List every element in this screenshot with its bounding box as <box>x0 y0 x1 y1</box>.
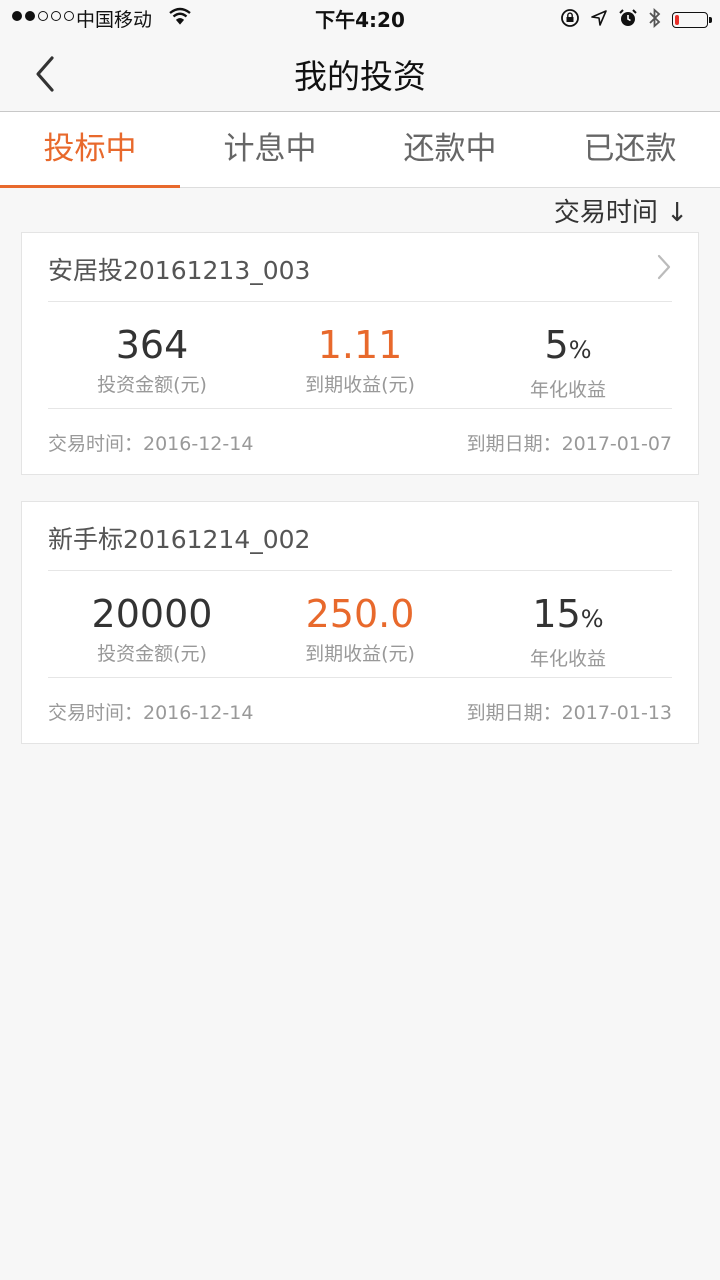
chevron-right-icon <box>656 253 672 285</box>
page-title: 我的投资 <box>294 57 426 96</box>
product-name: 安居投20161213_003 <box>48 256 311 285</box>
battery-icon <box>672 12 712 28</box>
annual-rate-value: 5 <box>544 323 569 367</box>
investment-amount: 364 <box>115 323 189 367</box>
annual-rate: 15% <box>464 591 672 642</box>
card-header: 新手标20161214_002 <box>48 502 672 571</box>
income-stat: 250.0 到期收益(元) <box>256 571 464 677</box>
due-date: 到期日期：2017-01-07 <box>466 433 672 455</box>
sort-by-trade-time-button[interactable]: 交易时间 ↓ <box>554 192 688 229</box>
rate-stat: 15% 年化收益 <box>464 571 672 677</box>
annual-rate-unit: % <box>568 336 592 364</box>
card-stats: 20000 投资金额(元) 250.0 到期收益(元) 15% 年化收益 <box>48 571 672 678</box>
trade-date: 交易时间：2016-12-14 <box>48 702 254 724</box>
investment-card[interactable]: 新手标20161214_002 20000 投资金额(元) 250.0 到期收益… <box>21 501 699 744</box>
trade-date: 交易时间：2016-12-14 <box>48 433 254 455</box>
card-stats: 364 投资金额(元) 1.11 到期收益(元) 5% 年化收益 <box>48 302 672 409</box>
expected-income-label: 到期收益(元) <box>305 374 415 396</box>
sort-label: 交易时间 <box>553 198 658 228</box>
tab-accruing[interactable]: 计息中 <box>180 112 360 187</box>
bluetooth-icon <box>648 7 662 33</box>
tab-repaid[interactable]: 已还款 <box>540 112 720 187</box>
amount-stat: 20000 投资金额(元) <box>48 571 256 677</box>
rate-stat: 5% 年化收益 <box>464 302 672 408</box>
annual-rate: 5% <box>464 322 672 373</box>
rotation-lock-icon <box>560 8 580 32</box>
location-arrow-icon <box>590 9 608 31</box>
investment-amount: 20000 <box>91 592 213 636</box>
amount-stat: 364 投资金额(元) <box>48 302 256 408</box>
tab-bidding[interactable]: 投标中 <box>0 112 180 188</box>
status-tabs: 投标中 计息中 还款中 已还款 <box>0 112 720 188</box>
investment-amount-label: 投资金额(元) <box>97 374 207 396</box>
annual-rate-label: 年化收益 <box>529 648 606 670</box>
card-header: 安居投20161213_003 <box>48 233 672 302</box>
income-stat: 1.11 到期收益(元) <box>256 302 464 408</box>
alarm-icon <box>618 8 638 32</box>
investment-card[interactable]: 安居投20161213_003 364 投资金额(元) 1.11 到期收益(元)… <box>21 232 699 475</box>
due-date: 到期日期：2017-01-13 <box>466 702 672 724</box>
status-bar: 中国移动 下午4:20 <box>0 0 720 36</box>
expected-income: 250.0 <box>305 592 415 636</box>
expected-income-label: 到期收益(元) <box>305 643 415 665</box>
annual-rate-value: 15 <box>532 592 581 636</box>
sort-down-arrow-icon: ↓ <box>666 198 688 228</box>
nav-bar: 我的投资 <box>0 36 720 112</box>
tab-repaying[interactable]: 还款中 <box>360 112 540 187</box>
annual-rate-unit: % <box>580 605 604 633</box>
annual-rate-label: 年化收益 <box>529 379 606 401</box>
battery-level <box>675 15 679 25</box>
expected-income: 1.11 <box>317 323 403 367</box>
investment-amount-label: 投资金额(元) <box>97 643 207 665</box>
product-name: 新手标20161214_002 <box>48 525 311 554</box>
